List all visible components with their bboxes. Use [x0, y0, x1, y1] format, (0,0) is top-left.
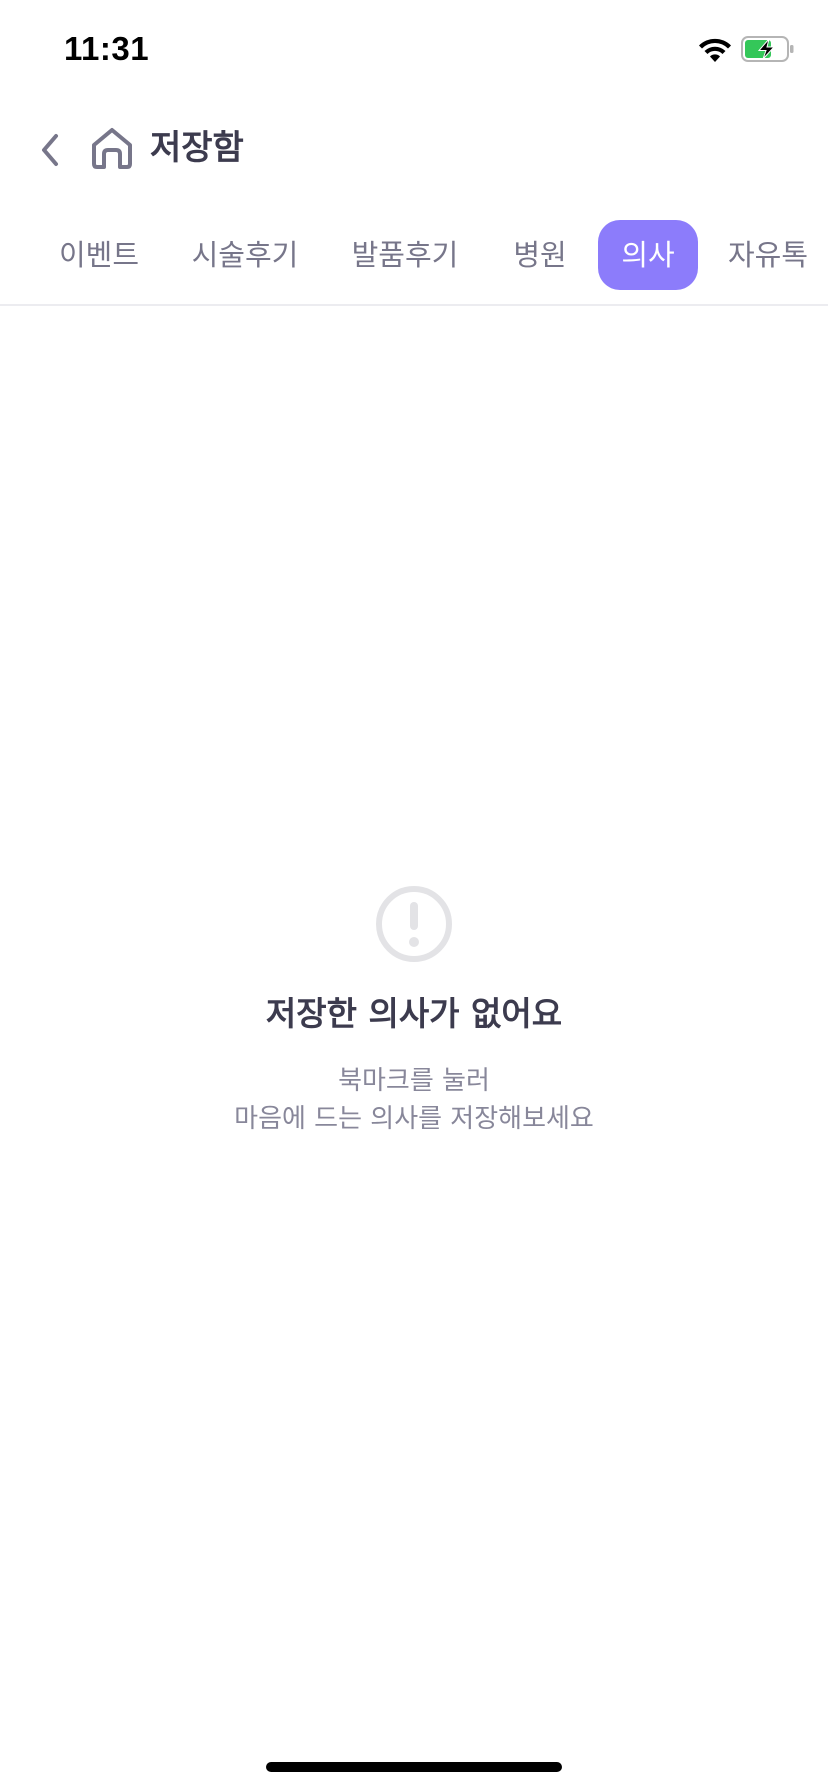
battery-charging-icon — [741, 36, 794, 62]
tab-doctors[interactable]: 의사 — [598, 220, 698, 290]
exclamation-circle-icon — [376, 886, 452, 962]
empty-state-title: 저장한 의사가 없어요 — [265, 994, 563, 1033]
tab-visit-reviews[interactable]: 발품후기 — [340, 220, 470, 290]
home-button[interactable] — [86, 120, 138, 176]
tab-bar: 이벤트 시술후기 발품후기 병원 의사 자유톡 — [0, 220, 828, 290]
back-button[interactable] — [26, 122, 74, 178]
nav-bar: 저장함 — [0, 110, 828, 190]
page-title: 저장함 — [150, 128, 244, 168]
chevron-left-icon — [42, 134, 58, 166]
wifi-icon — [699, 38, 731, 62]
tab-free-talk[interactable]: 자유톡 — [718, 220, 818, 290]
home-indicator — [266, 1762, 562, 1772]
tab-divider — [0, 304, 828, 306]
status-time: 11:31 — [64, 30, 150, 67]
empty-state-description-line1: 북마크를 눌러 — [338, 1066, 490, 1096]
empty-state: 저장한 의사가 없어요 북마크를 눌러 마음에 드는 의사를 저장해보세요 — [0, 884, 828, 1138]
status-bar: 11:31 — [0, 0, 828, 100]
empty-state-description: 북마크를 눌러 마음에 드는 의사를 저장해보세요 — [0, 1062, 828, 1138]
tab-hospitals[interactable]: 병원 — [500, 220, 580, 290]
empty-state-description-line2: 마음에 드는 의사를 저장해보세요 — [234, 1104, 594, 1134]
tab-events[interactable]: 이벤트 — [44, 220, 154, 290]
tab-procedure-reviews[interactable]: 시술후기 — [180, 220, 310, 290]
home-icon — [92, 128, 132, 169]
